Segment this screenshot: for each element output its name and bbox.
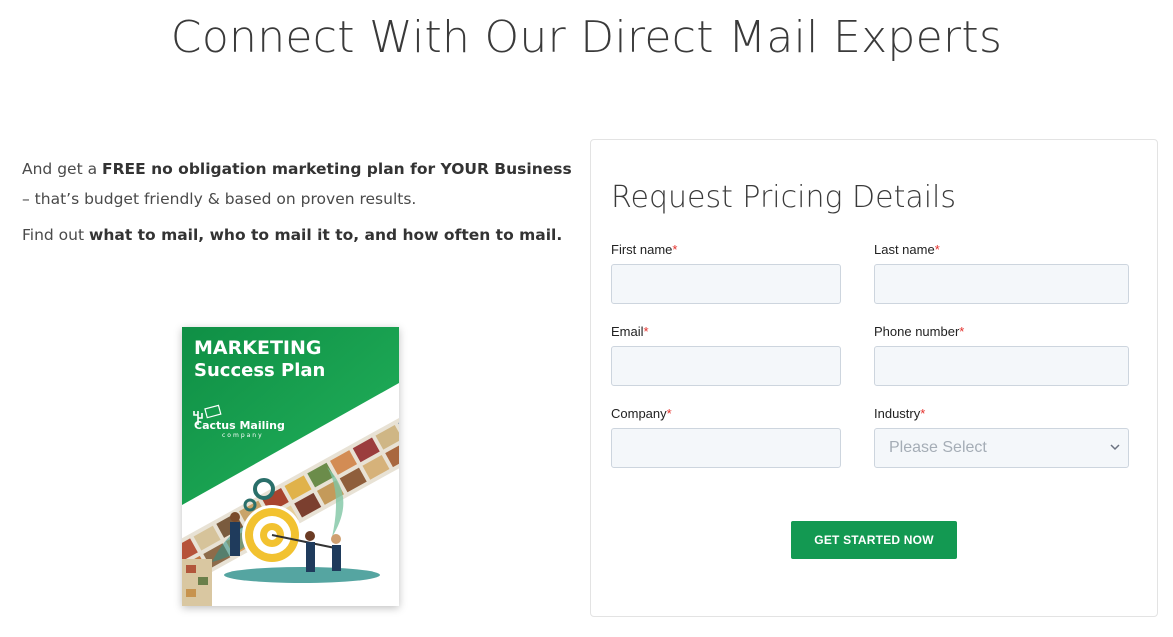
intro-text: And get a FREE no obligation marketing p… xyxy=(22,154,582,256)
phone-input[interactable] xyxy=(874,346,1129,386)
marketing-plan-cover: MARKETING Success Plan Cactus Mailing co… xyxy=(182,327,399,606)
last-name-input[interactable] xyxy=(874,264,1129,304)
industry-select[interactable]: Please Select xyxy=(874,428,1129,468)
company-label-text: Company xyxy=(611,406,667,421)
required-marker: * xyxy=(920,406,926,421)
last-name-label: Last name* xyxy=(874,242,940,257)
get-started-button[interactable]: GET STARTED NOW xyxy=(791,521,957,559)
intro-p1-bold: FREE no obligation marketing plan for YO… xyxy=(102,160,572,178)
marketing-plan-cover-image: MARKETING Success Plan Cactus Mailing co… xyxy=(182,327,399,606)
first-name-label: First name* xyxy=(611,242,677,257)
company-input[interactable] xyxy=(611,428,841,468)
first-name-input[interactable] xyxy=(611,264,841,304)
phone-label: Phone number* xyxy=(874,324,964,339)
intro-p2-prefix: Find out xyxy=(22,226,89,244)
industry-label: Industry* xyxy=(874,406,925,421)
intro-p2-bold: what to mail, who to mail it to, and how… xyxy=(89,226,563,244)
intro-p1-prefix: And get a xyxy=(22,160,102,178)
intro-paragraph-2: Find out what to mail, who to mail it to… xyxy=(22,220,582,250)
phone-label-text: Phone number xyxy=(874,324,960,339)
cover-title-line1: MARKETING xyxy=(194,337,321,359)
industry-selected-value: Please Select xyxy=(889,439,987,456)
required-marker: * xyxy=(643,324,649,339)
pricing-form: Request Pricing Details First name* Last… xyxy=(590,139,1158,617)
required-marker: * xyxy=(666,406,672,421)
required-marker: * xyxy=(672,242,678,257)
email-input[interactable] xyxy=(611,346,841,386)
last-name-label-text: Last name xyxy=(874,242,935,257)
cover-brand: Cactus Mailing xyxy=(194,419,285,432)
intro-paragraph-1: And get a FREE no obligation marketing p… xyxy=(22,154,582,214)
form-title: Request Pricing Details xyxy=(611,180,957,215)
email-label: Email* xyxy=(611,324,649,339)
thumbnail-strip-lower xyxy=(182,559,212,606)
required-marker: * xyxy=(934,242,940,257)
cover-title-line2: Success Plan xyxy=(194,360,325,381)
industry-label-text: Industry xyxy=(874,406,921,421)
cover-brand-sub: company xyxy=(222,432,264,439)
chevron-down-icon xyxy=(1110,444,1120,451)
page-headline: Connect With Our Direct Mail Experts xyxy=(170,12,1003,63)
first-name-label-text: First name xyxy=(611,242,673,257)
email-label-text: Email xyxy=(611,324,644,339)
intro-p1-suffix: – that’s budget friendly & based on prov… xyxy=(22,190,417,208)
company-label: Company* xyxy=(611,406,672,421)
required-marker: * xyxy=(959,324,965,339)
